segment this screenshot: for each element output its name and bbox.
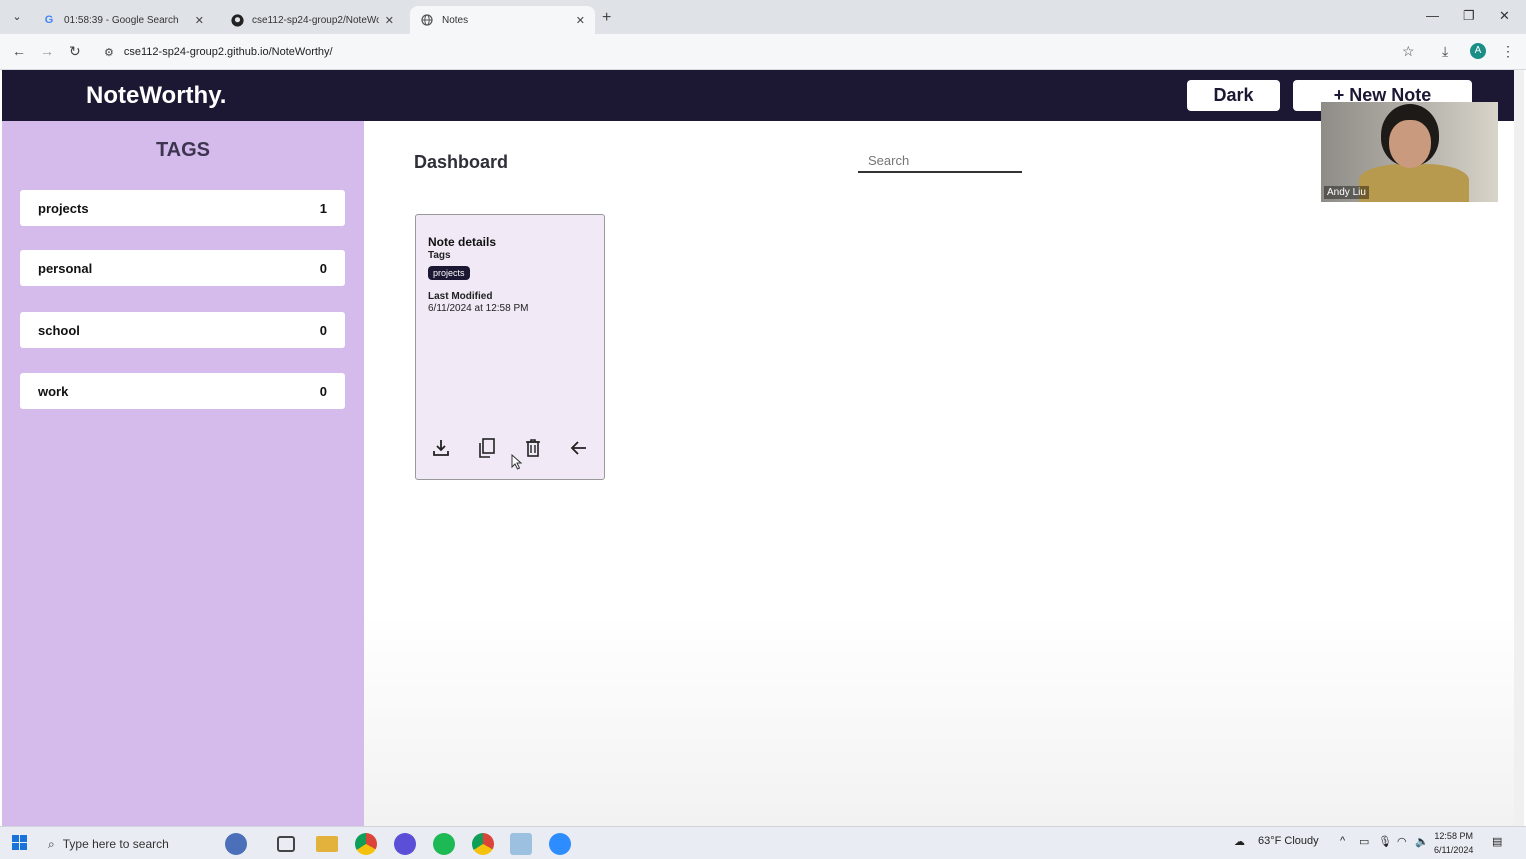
note-modified-value: 6/11/2024 at 12:58 PM	[428, 303, 529, 314]
bookmark-star-icon[interactable]: ☆	[1402, 43, 1415, 60]
tray-chevron-icon[interactable]: ^	[1340, 835, 1345, 847]
note-title: Note details	[428, 235, 497, 249]
tag-name: work	[38, 383, 69, 399]
site-settings-icon[interactable]: ⚙	[104, 46, 114, 59]
webcam-overlay: Andy Liu	[1321, 102, 1498, 202]
reload-icon[interactable]: ↻	[69, 43, 81, 60]
browser-tab-bar: ⌄ G 01:58:39 - Google Search ✕ cse112-sp…	[0, 0, 1526, 34]
download-note-icon[interactable]	[429, 436, 453, 460]
tag-item-projects[interactable]: projects 1	[20, 190, 345, 226]
notification-icon[interactable]: ▤	[1492, 835, 1502, 848]
scrollbar[interactable]	[1514, 70, 1524, 826]
microphone-icon[interactable]: 🎙	[1378, 835, 1392, 848]
discord-icon[interactable]	[394, 833, 416, 855]
copy-note-icon[interactable]	[475, 436, 499, 460]
globe-icon	[420, 13, 434, 27]
address-bar: ← → ↻ ⚙ cse112-sp24-group2.github.io/Not…	[0, 34, 1526, 70]
tab-notes[interactable]: Notes ✕	[410, 6, 595, 34]
github-icon	[230, 13, 244, 27]
clock-time: 12:58 PM	[1434, 831, 1473, 841]
restore-icon[interactable]: ❐	[1463, 8, 1475, 24]
tab-github[interactable]: cse112-sp24-group2/NoteWor ✕	[220, 6, 404, 34]
spotify-icon[interactable]	[433, 833, 455, 855]
tags-title: TAGS	[155, 139, 211, 161]
tab-google-search[interactable]: G 01:58:39 - Google Search ✕	[32, 6, 214, 34]
window-close-icon[interactable]: ✕	[1499, 8, 1510, 24]
download-icon[interactable]: ⤓	[1442, 43, 1448, 60]
webcam-name-label: Andy Liu	[1324, 186, 1369, 199]
close-icon[interactable]: ✕	[385, 14, 394, 27]
zoom-icon[interactable]	[549, 833, 571, 855]
profile-avatar[interactable]: A	[1470, 43, 1486, 59]
browser-menu-icon[interactable]: ⋮	[1501, 43, 1515, 60]
note-modified-label: Last Modified	[428, 291, 493, 302]
close-icon[interactable]: ✕	[195, 14, 204, 27]
google-icon: G	[44, 14, 54, 26]
taskbar-clock[interactable]: 12:58 PM 6/11/2024	[1434, 829, 1473, 857]
tab-search-chevron-icon[interactable]: ⌄	[8, 8, 26, 26]
new-tab-plus-icon[interactable]: +	[602, 9, 611, 27]
delete-note-icon[interactable]	[521, 436, 545, 460]
dashboard-main: Dashboard Note details Tags projects Las…	[364, 121, 1522, 826]
tags-sidebar: TAGS projects 1 personal 0 school 0 work…	[2, 121, 364, 826]
volume-icon[interactable]: 🔈	[1415, 835, 1429, 848]
cortana-icon[interactable]	[225, 833, 247, 855]
tag-item-work[interactable]: work 0	[20, 373, 345, 409]
tag-count: 0	[319, 322, 327, 338]
task-view-icon[interactable]	[277, 836, 295, 852]
tag-item-personal[interactable]: personal 0	[20, 250, 345, 286]
tag-name: school	[38, 322, 80, 338]
app-header: NoteWorthy. Dark + New Note	[2, 70, 1522, 121]
note-tags-label: Tags	[428, 250, 451, 261]
taskbar-search[interactable]: ⌕ Type here to search	[40, 831, 220, 857]
clock-date: 6/11/2024	[1434, 845, 1474, 855]
page-title: Dashboard	[414, 152, 509, 172]
windows-taskbar: ⌕ Type here to search ☁ 63°F Cloudy ^ ▭ …	[0, 826, 1526, 859]
forward-arrow-icon[interactable]: →	[40, 43, 54, 59]
tag-count: 0	[319, 260, 327, 276]
close-icon[interactable]: ✕	[576, 14, 585, 27]
tag-item-school[interactable]: school 0	[20, 312, 345, 348]
tag-count: 0	[319, 383, 327, 399]
dark-mode-button[interactable]: Dark	[1187, 80, 1280, 111]
url-field[interactable]: ⚙ cse112-sp24-group2.github.io/NoteWorth…	[104, 40, 1424, 64]
search-input[interactable]	[858, 149, 1022, 173]
app-logo: NoteWorthy.	[86, 82, 227, 109]
battery-icon[interactable]: ▭	[1359, 835, 1369, 848]
weather-icon[interactable]: ☁	[1234, 835, 1245, 848]
minimize-icon[interactable]: —	[1426, 8, 1439, 23]
back-arrow-icon[interactable]	[567, 436, 591, 460]
tag-count: 1	[319, 200, 327, 216]
tag-name: projects	[38, 200, 89, 216]
note-tag-badge: projects	[428, 266, 470, 280]
wifi-icon[interactable]: ◠	[1397, 835, 1407, 848]
windows-start-icon[interactable]	[12, 835, 27, 855]
search-icon: ⌕	[48, 836, 55, 851]
note-card[interactable]: Note details Tags projects Last Modified…	[415, 214, 605, 480]
weather-text[interactable]: 63°F Cloudy	[1258, 835, 1319, 847]
back-arrow-icon[interactable]: ←	[12, 43, 26, 59]
chrome-icon[interactable]	[355, 833, 377, 855]
file-explorer-icon[interactable]	[316, 836, 338, 852]
app-window-icon[interactable]	[510, 833, 532, 855]
chrome-profile-icon[interactable]	[472, 833, 494, 855]
tag-name: personal	[38, 260, 93, 276]
